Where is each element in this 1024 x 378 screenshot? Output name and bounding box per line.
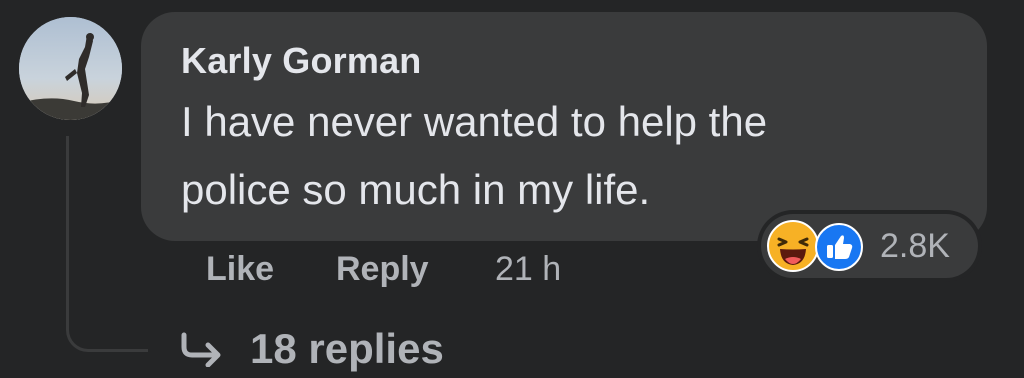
thread-connector-line xyxy=(66,136,148,352)
like-button[interactable]: Like xyxy=(206,250,274,289)
comment-timestamp[interactable]: 21 h xyxy=(495,250,561,289)
comment-author-name[interactable]: Karly Gorman xyxy=(181,40,421,82)
view-replies-link[interactable]: 18 replies xyxy=(250,325,444,373)
haha-reaction-icon xyxy=(767,220,819,272)
reply-arrow-icon xyxy=(181,332,221,367)
like-reaction-icon xyxy=(815,223,863,271)
comment-text-line-1: I have never wanted to help the xyxy=(181,98,768,145)
reply-button[interactable]: Reply xyxy=(336,250,429,289)
reaction-count[interactable]: 2.8K xyxy=(880,227,950,266)
avatar-photo xyxy=(19,17,122,120)
avatar[interactable] xyxy=(19,17,122,120)
comment-text-line-2: police so much in my life. xyxy=(181,166,651,213)
